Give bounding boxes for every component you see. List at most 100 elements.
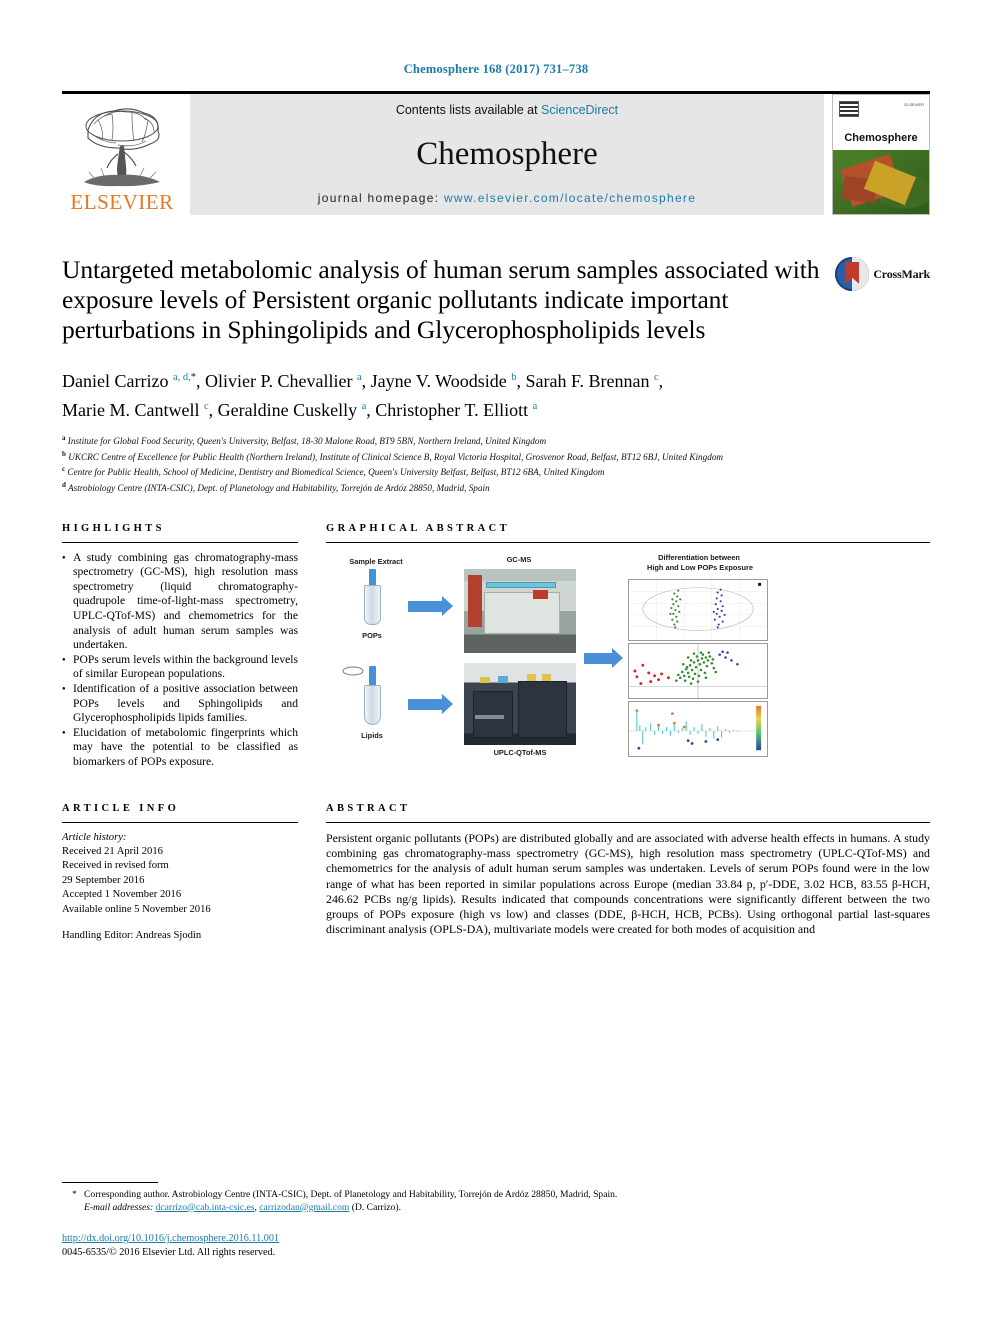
gcms-instrument-photo (464, 568, 576, 653)
affiliation-item: d Astrobiology Centre (INTA-CSIC), Dept.… (62, 479, 930, 495)
journal-homepage-line: journal homepage: www.elsevier.com/locat… (318, 191, 696, 205)
affiliation-marker: c (62, 465, 66, 474)
footnote-block: * Corresponding author. Astrobiology Cen… (62, 1181, 930, 1259)
affiliation-item: c Centre for Public Health, School of Me… (62, 463, 930, 479)
author-list: Daniel Carrizo a, d,*, Olivier P. Cheval… (62, 371, 664, 420)
spectrum-plot-svg (629, 701, 767, 756)
author-affil-marker: a (356, 372, 362, 383)
ga-label-sample-extract: Sample Extract (349, 556, 403, 566)
elsevier-wordmark: ELSEVIER (70, 190, 174, 214)
history-revised-label: Received in revised form (62, 860, 169, 872)
abstract-column: ABSTRACT Persistent organic pollutants (… (326, 803, 930, 944)
affiliation-text: Centre for Public Health, School of Medi… (67, 467, 605, 478)
doi-link[interactable]: http://dx.doi.org/10.1016/j.chemosphere.… (62, 1233, 279, 1244)
graphical-abstract-figure: Sample Extract POPs Lipids GC-MS UPLC-QT… (326, 551, 930, 779)
corresponding-author-note: * Corresponding author. Astrobiology Cen… (72, 1188, 618, 1213)
email-link-secondary[interactable]: carrizodan@gmail.com (259, 1202, 349, 1213)
ga-label-pops: POPs (362, 630, 382, 640)
history-accepted: Accepted 1 November 2016 (62, 889, 182, 901)
contents-available-line: Contents lists available at ScienceDirec… (396, 103, 618, 117)
spectrum-plot (628, 700, 768, 757)
article-first-page: Chemosphere 168 (2017) 731–738 ELSEVIER … (0, 0, 992, 1323)
article-info-body: Article history: Received 21 April 2016 … (62, 831, 298, 944)
journal-masthead: ELSEVIER Contents lists available at Sci… (62, 91, 930, 215)
uplc-instrument-photo (464, 662, 576, 745)
cover-journal-name: Chemosphere (844, 131, 918, 144)
ga-label-uplc: UPLC-QTof-MS (493, 747, 547, 757)
flow-arrow-icon (408, 595, 453, 616)
list-item: POPs serum levels within the background … (62, 653, 298, 682)
author-affil-marker: a (361, 401, 367, 412)
ga-results-title-line1: Differentiation between (658, 552, 740, 562)
affiliation-item: b UKCRC Centre of Excellence for Public … (62, 448, 930, 464)
affiliation-marker: a (62, 434, 66, 442)
elsevier-logo: ELSEVIER (62, 94, 182, 215)
affiliation-marker: b (62, 449, 66, 458)
flow-arrow-icon (584, 647, 623, 668)
crossmark-badge[interactable]: CrossMark (835, 257, 930, 291)
gcms-red-panel-icon (533, 590, 548, 599)
author-affil-marker: a (532, 401, 538, 412)
doi-and-copyright: http://dx.doi.org/10.1016/j.chemosphere.… (62, 1232, 930, 1259)
affiliation-text: Institute for Global Food Security, Quee… (67, 436, 547, 447)
handling-editor: Handling Editor: Andreas Sjodin (62, 930, 202, 942)
uplc-flask-icon (542, 674, 552, 681)
graphical-abstract-heading: GRAPHICAL ABSTRACT (326, 522, 511, 534)
copyright-line: 0045-6535/© 2016 Elsevier Ltd. All right… (62, 1246, 276, 1258)
ga-label-lipids: Lipids (361, 730, 383, 740)
ga-results-title-line2: High and Low POPs Exposure (647, 562, 753, 572)
list-item: Elucidation of metabolomic fingerprints … (62, 726, 298, 770)
history-revised-date: 29 September 2016 (62, 874, 145, 886)
article-title: Untargeted metabolomic analysis of human… (62, 255, 820, 344)
list-item: A study combining gas chromatography-mas… (62, 551, 298, 653)
corresponding-marker: * (190, 372, 196, 383)
sample-vial-icon (364, 584, 381, 625)
elsevier-mark-icon (839, 101, 859, 117)
uplc-module-icon (517, 680, 568, 739)
divider (62, 541, 298, 543)
article-history: Article history: Received 21 April 2016 … (62, 831, 298, 917)
uplc-flask-icon (479, 677, 490, 684)
graphical-abstract-column: GRAPHICAL ABSTRACT Sample Extract POPs L… (326, 523, 930, 779)
email-suffix: (D. Carrizo). (351, 1201, 402, 1213)
flow-arrow-icon (408, 693, 453, 714)
article-info-heading: ARTICLE INFO (62, 802, 180, 814)
uplc-flask-icon (526, 674, 536, 681)
corresponding-star: * (72, 1188, 77, 1200)
highlights-list: A study combining gas chromatography-mas… (62, 551, 298, 770)
uplc-panel-icon (475, 715, 505, 720)
abstract-heading: ABSTRACT (326, 802, 411, 814)
history-received: Received 21 April 2016 (62, 846, 163, 858)
author-affil-marker: b (511, 372, 517, 383)
sciencedirect-link[interactable]: ScienceDirect (541, 103, 618, 117)
journal-title: Chemosphere (416, 135, 598, 172)
droplet-icon (342, 666, 364, 676)
journal-homepage-link[interactable]: www.elsevier.com/locate/chemosphere (444, 191, 696, 205)
author-affil-marker: c (654, 372, 659, 383)
list-item: Identification of a positive association… (62, 682, 298, 726)
scores-plot-svg (629, 579, 767, 640)
history-online: Available online 5 November 2016 (62, 903, 211, 915)
journal-banner: Contents lists available at ScienceDirec… (190, 94, 824, 215)
email-label: E-mail addresses: (84, 1201, 154, 1213)
highlights-and-graphical-abstract: HIGHLIGHTS A study combining gas chromat… (62, 523, 930, 779)
contents-prefix: Contents lists available at (395, 103, 542, 117)
highlights-column: HIGHLIGHTS A study combining gas chromat… (62, 523, 298, 779)
affiliation-list: a Institute for Global Food Security, Qu… (62, 432, 930, 495)
affiliation-marker: d (62, 480, 66, 489)
divider (326, 541, 930, 543)
loadings-scatter-plot (628, 642, 768, 699)
journal-cover-thumbnail: ELSEVIER Chemosphere (832, 94, 930, 215)
author-affil-marker: a, d, (172, 372, 191, 383)
divider (326, 821, 930, 823)
footnote-divider (62, 1181, 158, 1183)
email-link-primary[interactable]: dcarrizo@cab.inta-csic.es (156, 1202, 255, 1213)
ga-label-gcms: GC-MS (506, 554, 532, 564)
running-head: Chemosphere 168 (2017) 731–738 (403, 62, 589, 76)
affiliation-item: a Institute for Global Food Security, Qu… (62, 432, 930, 448)
elsevier-tree-icon (84, 108, 160, 187)
lipid-pipette-icon (364, 684, 381, 725)
author-affil-marker: c (203, 401, 209, 412)
highlights-heading: HIGHLIGHTS (62, 522, 165, 534)
cover-issn-text: ELSEVIER (904, 102, 924, 107)
